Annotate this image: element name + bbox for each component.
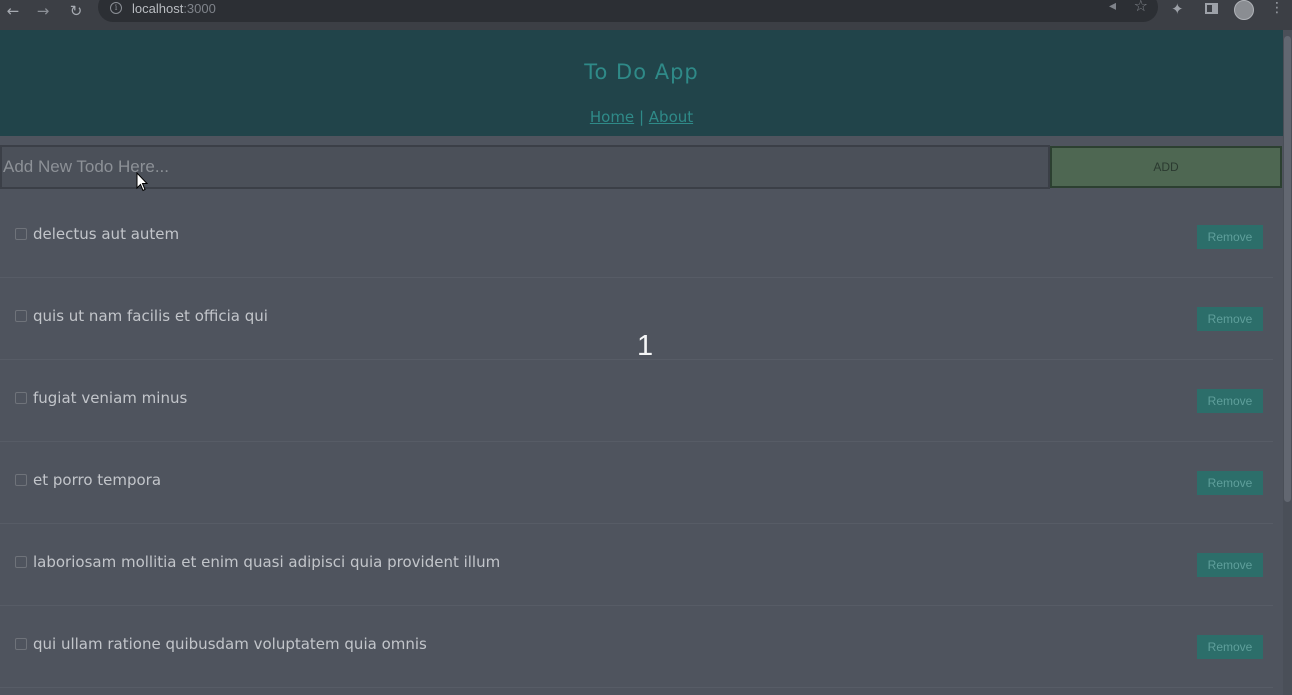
todo-item: qui ullam ratione quibusdam voluptatem q…	[0, 606, 1273, 688]
todo-list: delectus aut autem Remove quis ut nam fa…	[0, 196, 1273, 688]
nav-separator: |	[638, 108, 644, 126]
remove-button[interactable]: Remove	[1197, 635, 1263, 659]
app-header: To Do App Home | About	[0, 30, 1283, 136]
share-icon[interactable]: ◂	[1109, 0, 1116, 14]
todo-text: qui ullam ratione quibusdam voluptatem q…	[33, 635, 427, 653]
new-todo-input[interactable]	[0, 145, 1050, 189]
todo-text: laboriosam mollitia et enim quasi adipis…	[33, 553, 501, 571]
todo-text: fugiat veniam minus	[33, 389, 188, 407]
address-bar[interactable]: i localhost:3000 ◂ ☆	[98, 0, 1158, 22]
back-arrow-icon[interactable]: ←	[2, 0, 24, 22]
header-nav: Home | About	[0, 108, 1283, 126]
profile-avatar[interactable]	[1234, 0, 1254, 20]
app-title: To Do App	[584, 60, 699, 84]
todo-item: fugiat veniam minus Remove	[0, 360, 1273, 442]
side-panel-icon[interactable]	[1205, 3, 1218, 14]
todo-checkbox[interactable]	[15, 310, 27, 322]
todo-checkbox[interactable]	[15, 392, 27, 404]
todo-checkbox[interactable]	[15, 228, 27, 240]
todo-item: delectus aut autem Remove	[0, 196, 1273, 278]
remove-button[interactable]: Remove	[1197, 389, 1263, 413]
url-port: :3000	[183, 1, 216, 16]
page-scrollbar[interactable]	[1283, 30, 1292, 695]
bookmark-star-icon[interactable]: ☆	[1134, 0, 1148, 15]
todo-item: laboriosam mollitia et enim quasi adipis…	[0, 524, 1273, 606]
add-todo-form: ADD	[0, 145, 1283, 189]
nav-home-link[interactable]: Home	[590, 108, 634, 126]
site-info-icon[interactable]: i	[110, 2, 122, 14]
scrollbar-thumb[interactable]	[1284, 36, 1291, 502]
extensions-puzzle-icon[interactable]: ✦	[1171, 0, 1184, 18]
remove-button[interactable]: Remove	[1197, 471, 1263, 495]
nav-about-link[interactable]: About	[649, 108, 693, 126]
forward-arrow-icon[interactable]: →	[32, 0, 54, 22]
add-button[interactable]: ADD	[1050, 146, 1282, 188]
reload-icon[interactable]: ↻	[65, 0, 87, 22]
mouse-cursor-icon	[136, 172, 148, 192]
remove-button[interactable]: Remove	[1197, 307, 1263, 331]
todo-text: quis ut nam facilis et officia qui	[33, 307, 268, 325]
url-host: localhost	[132, 1, 184, 16]
url-text[interactable]: localhost:3000	[132, 1, 216, 16]
remove-button[interactable]: Remove	[1197, 553, 1263, 577]
more-menu-icon[interactable]: ⋮	[1270, 0, 1284, 16]
todo-text: delectus aut autem	[33, 225, 180, 243]
todo-checkbox[interactable]	[15, 556, 27, 568]
todo-item: et porro tempora Remove	[0, 442, 1273, 524]
todo-checkbox[interactable]	[15, 474, 27, 486]
page-number-overlay: 1	[637, 330, 654, 362]
todo-checkbox[interactable]	[15, 638, 27, 650]
todo-text: et porro tempora	[33, 471, 162, 489]
browser-toolbar: ← → ↻ i localhost:3000 ◂ ☆ ✦ ⋮	[0, 0, 1292, 30]
remove-button[interactable]: Remove	[1197, 225, 1263, 249]
